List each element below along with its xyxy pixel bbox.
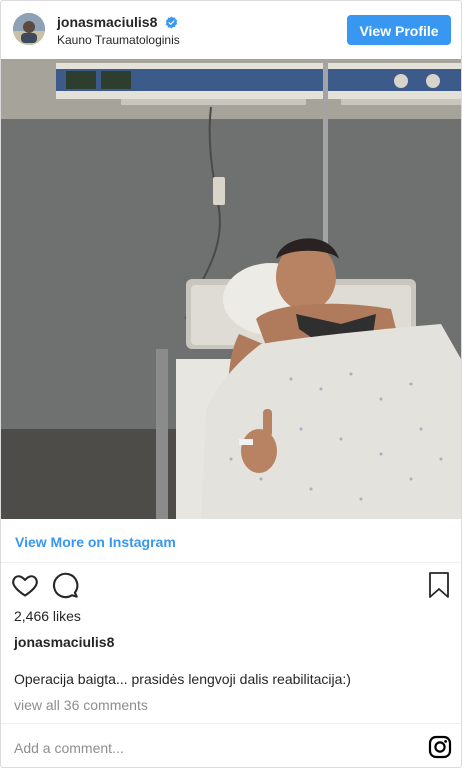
username[interactable]: jonasmaciulis8 [57, 14, 178, 30]
comment-bubble-icon[interactable] [51, 571, 79, 599]
location-link[interactable]: Kauno Traumatologinis [57, 33, 180, 47]
divider [1, 562, 461, 563]
bookmark-icon[interactable] [427, 571, 451, 599]
view-all-comments-link[interactable]: view all 36 comments [14, 697, 148, 713]
post-photo[interactable] [1, 59, 461, 519]
action-bar [11, 571, 451, 601]
view-more-link[interactable]: View More on Instagram [15, 534, 176, 550]
post-header: jonasmaciulis8 Kauno Traumatologinis Vie… [1, 1, 461, 59]
view-profile-button[interactable]: View Profile [347, 15, 451, 45]
verified-badge-icon [166, 16, 178, 29]
likes-count[interactable]: 2,466 likes [14, 608, 81, 624]
instagram-logo-icon[interactable] [428, 735, 452, 759]
instagram-embed-card: jonasmaciulis8 Kauno Traumatologinis Vie… [0, 0, 462, 768]
add-comment-input[interactable]: Add a comment... [14, 740, 124, 756]
post-owner-username[interactable]: jonasmaciulis8 [14, 634, 114, 650]
heart-icon[interactable] [11, 571, 39, 599]
username-text[interactable]: jonasmaciulis8 [57, 14, 157, 30]
avatar[interactable] [13, 13, 45, 45]
divider [1, 723, 461, 724]
post-caption: Operacija baigta... prasidės lengvoji da… [14, 671, 351, 687]
